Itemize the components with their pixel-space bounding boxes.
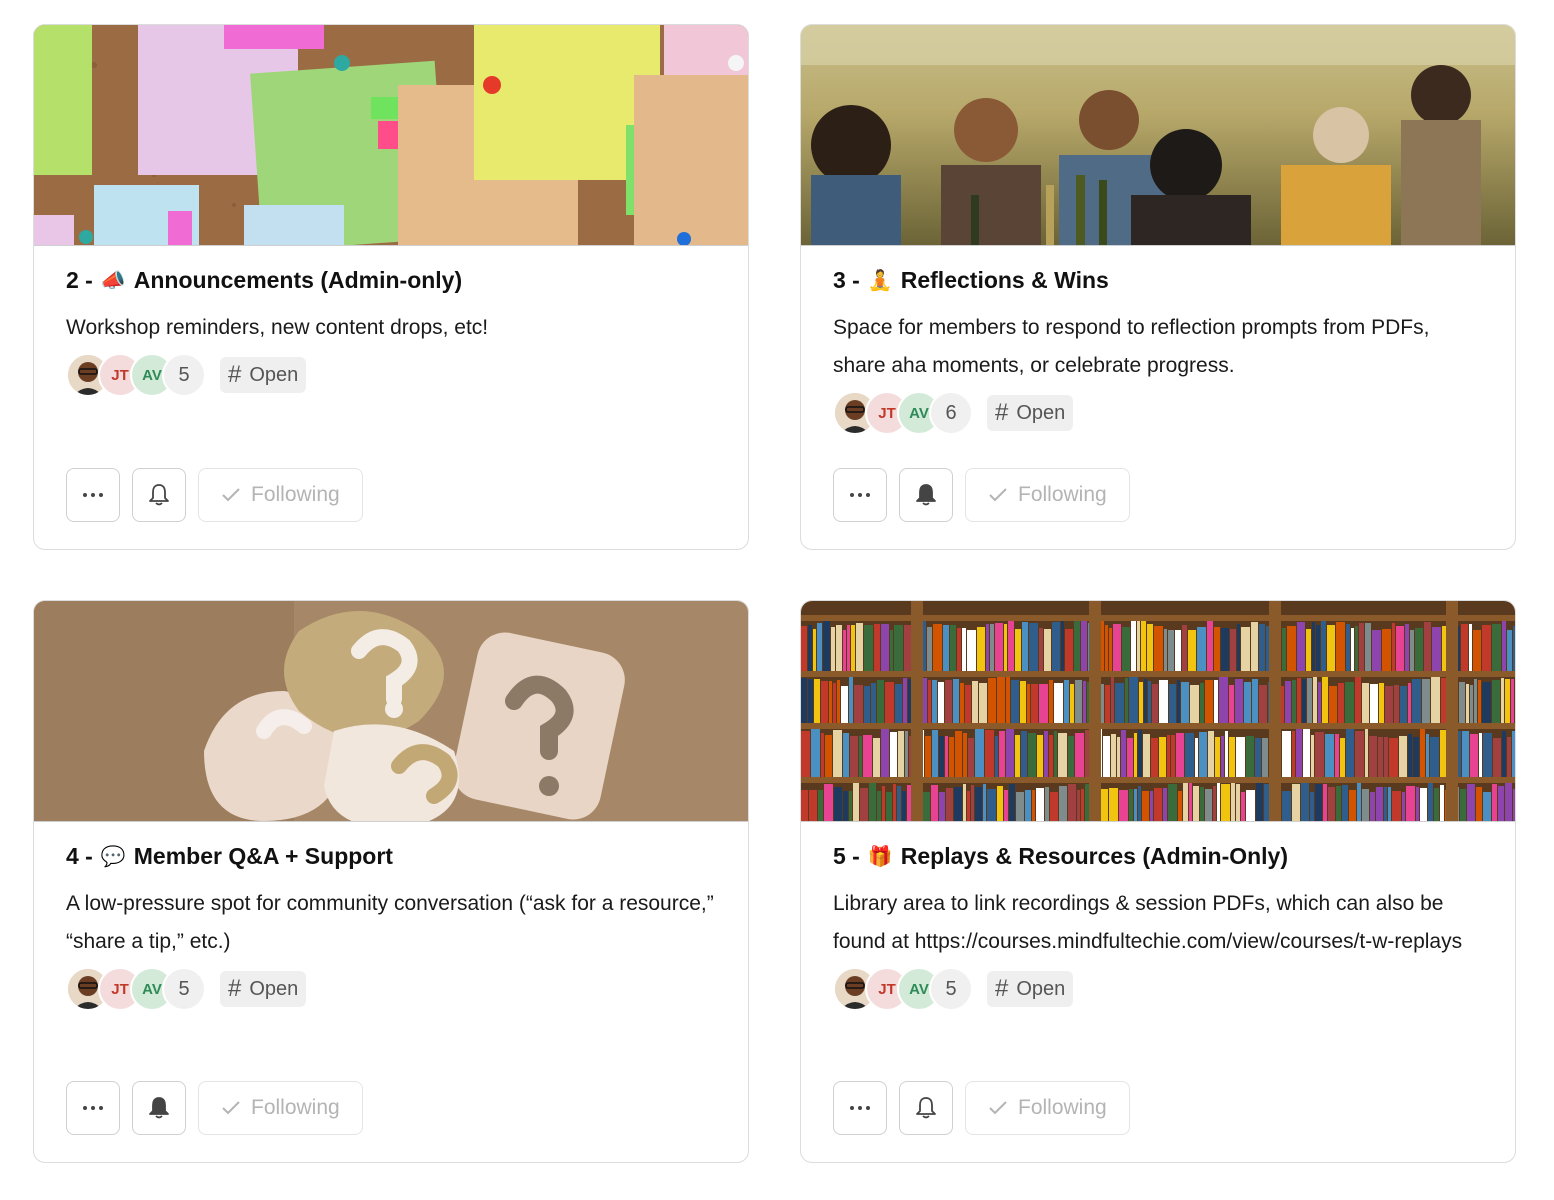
space-description: Workshop reminders, new content drops, e… bbox=[66, 316, 489, 339]
more-icon bbox=[850, 493, 870, 497]
status-label: Open bbox=[249, 363, 299, 386]
hash-icon: # bbox=[995, 975, 1009, 1002]
more-options-button[interactable] bbox=[833, 1081, 887, 1135]
space-card-member-qa[interactable]: 4 - 💬 Member Q&A + Support A low-pressur… bbox=[33, 600, 749, 1163]
check-icon bbox=[989, 488, 1007, 502]
status-badge: # Open bbox=[987, 395, 1074, 431]
status-label: Open bbox=[1016, 401, 1066, 424]
hash-icon: # bbox=[995, 399, 1009, 426]
member-count: 5 bbox=[162, 353, 206, 397]
space-card-reflections[interactable]: 3 - 🧘 Reflections & Wins Space for membe… bbox=[800, 24, 1516, 550]
space-banner-image bbox=[801, 601, 1515, 822]
space-description: Library area to link recordings & sessio… bbox=[833, 892, 1463, 953]
more-options-button[interactable] bbox=[66, 1081, 120, 1135]
space-meta: JT AV 5 # Open bbox=[833, 967, 1485, 1011]
card-actions: Following bbox=[833, 468, 1130, 522]
member-count: 5 bbox=[929, 967, 973, 1011]
check-icon bbox=[989, 1101, 1007, 1115]
following-label: Following bbox=[251, 483, 340, 506]
notifications-button[interactable] bbox=[899, 468, 953, 522]
space-title-text: Replays & Resources (Admin-Only) bbox=[900, 843, 1289, 869]
more-icon bbox=[850, 1106, 870, 1110]
following-label: Following bbox=[1018, 483, 1107, 506]
bell-icon bbox=[149, 1097, 169, 1119]
status-label: Open bbox=[249, 977, 299, 1000]
hash-icon: # bbox=[228, 975, 242, 1002]
space-title-text: Announcements (Admin-only) bbox=[133, 267, 463, 293]
notifications-button[interactable] bbox=[132, 1081, 186, 1135]
bell-icon bbox=[916, 1097, 936, 1119]
space-number: 2 - bbox=[66, 267, 93, 293]
following-button[interactable]: Following bbox=[198, 468, 363, 522]
more-options-button[interactable] bbox=[833, 468, 887, 522]
member-count: 5 bbox=[162, 967, 206, 1011]
following-label: Following bbox=[251, 1096, 340, 1119]
following-button[interactable]: Following bbox=[965, 468, 1130, 522]
member-count: 6 bbox=[929, 391, 973, 435]
space-title[interactable]: 3 - 🧘 Reflections & Wins bbox=[833, 265, 1485, 295]
speech-bubble-icon: 💬 bbox=[100, 844, 126, 868]
space-title-text: Member Q&A + Support bbox=[133, 843, 393, 869]
more-icon bbox=[83, 493, 103, 497]
gift-icon: 🎁 bbox=[867, 844, 893, 868]
space-number: 4 - bbox=[66, 843, 93, 869]
following-button[interactable]: Following bbox=[965, 1081, 1130, 1135]
space-banner-image bbox=[801, 25, 1515, 246]
more-icon bbox=[83, 1106, 103, 1110]
meditation-icon: 🧘 bbox=[867, 268, 893, 292]
status-badge: # Open bbox=[220, 971, 307, 1007]
space-title[interactable]: 2 - 📣 Announcements (Admin-only) bbox=[66, 265, 718, 295]
space-banner-image bbox=[34, 25, 748, 246]
card-actions: Following bbox=[66, 1081, 363, 1135]
space-title[interactable]: 5 - 🎁 Replays & Resources (Admin-Only) bbox=[833, 841, 1485, 871]
more-options-button[interactable] bbox=[66, 468, 120, 522]
space-description: Space for members to respond to reflecti… bbox=[833, 316, 1430, 377]
member-avatars[interactable]: JT AV 5 bbox=[66, 353, 206, 397]
status-badge: # Open bbox=[220, 357, 307, 393]
space-card-announcements[interactable]: 2 - 📣 Announcements (Admin-only) Worksho… bbox=[33, 24, 749, 550]
space-banner-image bbox=[34, 601, 748, 822]
check-icon bbox=[222, 488, 240, 502]
bell-icon bbox=[149, 484, 169, 506]
megaphone-icon: 📣 bbox=[100, 268, 126, 292]
notifications-button[interactable] bbox=[132, 468, 186, 522]
following-label: Following bbox=[1018, 1096, 1107, 1119]
space-meta: JT AV 6 # Open bbox=[833, 391, 1485, 435]
space-title-text: Reflections & Wins bbox=[900, 267, 1109, 293]
member-avatars[interactable]: JT AV 5 bbox=[833, 967, 973, 1011]
notifications-button[interactable] bbox=[899, 1081, 953, 1135]
member-avatars[interactable]: JT AV 6 bbox=[833, 391, 973, 435]
status-badge: # Open bbox=[987, 971, 1074, 1007]
space-description: A low-pressure spot for community conver… bbox=[66, 892, 714, 953]
hash-icon: # bbox=[228, 361, 242, 388]
space-meta: JT AV 5 # Open bbox=[66, 353, 718, 397]
space-number: 3 - bbox=[833, 267, 860, 293]
check-icon bbox=[222, 1101, 240, 1115]
card-actions: Following bbox=[833, 1081, 1130, 1135]
status-label: Open bbox=[1016, 977, 1066, 1000]
member-avatars[interactable]: JT AV 5 bbox=[66, 967, 206, 1011]
space-number: 5 - bbox=[833, 843, 860, 869]
space-title[interactable]: 4 - 💬 Member Q&A + Support bbox=[66, 841, 718, 871]
space-meta: JT AV 5 # Open bbox=[66, 967, 718, 1011]
bell-icon bbox=[916, 484, 936, 506]
space-card-replays[interactable]: 5 - 🎁 Replays & Resources (Admin-Only) L… bbox=[800, 600, 1516, 1163]
card-actions: Following bbox=[66, 468, 363, 522]
following-button[interactable]: Following bbox=[198, 1081, 363, 1135]
